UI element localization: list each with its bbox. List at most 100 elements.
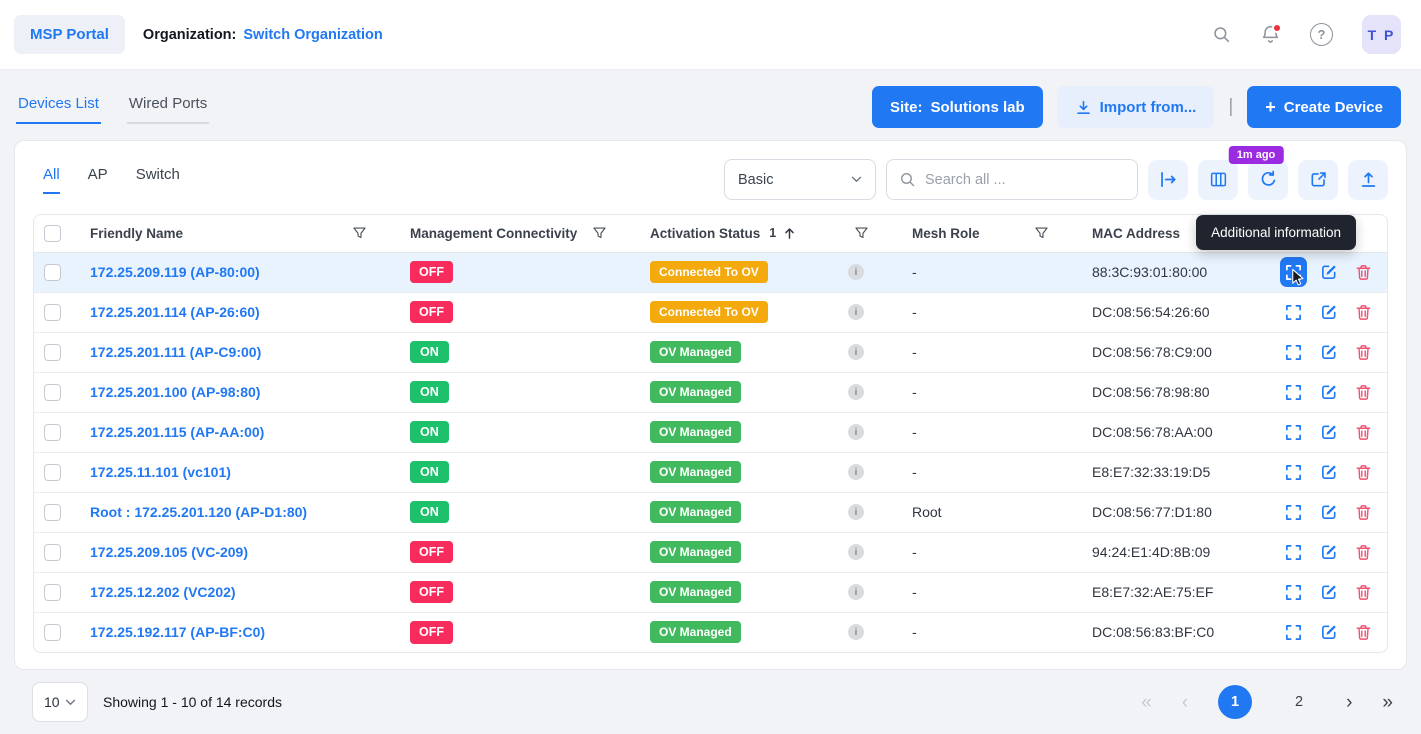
table-row[interactable]: 172.25.209.119 (AP-80:00)OFFConnected To… <box>34 252 1387 292</box>
next-page-button[interactable]: › <box>1346 693 1352 712</box>
page-button-2[interactable]: 2 <box>1282 685 1316 719</box>
delete-button[interactable] <box>1350 417 1377 447</box>
device-name-link[interactable]: 172.25.209.119 (AP-80:00) <box>90 264 260 280</box>
filter-icon[interactable] <box>353 227 366 239</box>
delete-button[interactable] <box>1350 497 1377 527</box>
additional-info-button[interactable] <box>1280 337 1307 367</box>
row-checkbox[interactable] <box>44 464 61 481</box>
additional-info-button[interactable] <box>1280 577 1307 607</box>
delete-button[interactable] <box>1350 257 1377 287</box>
filter-icon[interactable] <box>1035 227 1048 239</box>
table-row[interactable]: Root : 172.25.201.120 (AP-D1:80)ONOV Man… <box>34 492 1387 532</box>
delete-button[interactable] <box>1350 337 1377 367</box>
device-name-link[interactable]: 172.25.201.100 (AP-98:80) <box>90 384 260 400</box>
edit-button[interactable] <box>1315 297 1342 327</box>
info-icon[interactable]: i <box>848 584 864 600</box>
page-button-1[interactable]: 1 <box>1218 685 1252 719</box>
filter-icon[interactable] <box>593 227 606 239</box>
delete-button[interactable] <box>1350 297 1377 327</box>
table-row[interactable]: 172.25.201.115 (AP-AA:00)ONOV Managedi-D… <box>34 412 1387 452</box>
additional-info-button[interactable] <box>1280 417 1307 447</box>
search-input[interactable] <box>925 172 1125 188</box>
additional-info-button[interactable] <box>1280 377 1307 407</box>
device-name-link[interactable]: 172.25.12.202 (VC202) <box>90 584 236 600</box>
additional-info-button[interactable] <box>1280 497 1307 527</box>
info-icon[interactable]: i <box>848 544 864 560</box>
device-name-link[interactable]: Root : 172.25.201.120 (AP-D1:80) <box>90 504 307 520</box>
delete-button[interactable] <box>1350 617 1377 647</box>
tab-wired-ports[interactable]: Wired Ports <box>127 91 209 124</box>
table-row[interactable]: 172.25.209.105 (VC-209)OFFOV Managedi-94… <box>34 532 1387 572</box>
previous-page-button[interactable]: ‹ <box>1182 693 1188 712</box>
row-checkbox[interactable] <box>44 504 61 521</box>
row-checkbox[interactable] <box>44 344 61 361</box>
info-icon[interactable]: i <box>848 384 864 400</box>
open-new-window-button[interactable] <box>1298 160 1338 200</box>
select-all-checkbox[interactable] <box>44 225 61 242</box>
device-name-link[interactable]: 172.25.201.111 (AP-C9:00) <box>90 344 261 360</box>
row-checkbox[interactable] <box>44 384 61 401</box>
alarms-icon[interactable] <box>1260 24 1281 45</box>
page-size-select[interactable]: 10 <box>32 682 88 722</box>
table-row[interactable]: 172.25.201.114 (AP-26:60)OFFConnected To… <box>34 292 1387 332</box>
row-checkbox[interactable] <box>44 624 61 641</box>
row-checkbox[interactable] <box>44 264 61 281</box>
info-icon[interactable]: i <box>848 504 864 520</box>
delete-button[interactable] <box>1350 377 1377 407</box>
table-row[interactable]: 172.25.12.202 (VC202)OFFOV Managedi-E8:E… <box>34 572 1387 612</box>
additional-info-button[interactable] <box>1280 297 1307 327</box>
export-button[interactable] <box>1348 160 1388 200</box>
edit-button[interactable] <box>1315 617 1342 647</box>
edit-button[interactable] <box>1315 337 1342 367</box>
table-row[interactable]: 172.25.201.111 (AP-C9:00)ONOV Managedi-D… <box>34 332 1387 372</box>
last-page-button[interactable]: » <box>1382 693 1393 712</box>
delete-button[interactable] <box>1350 457 1377 487</box>
first-page-button[interactable]: « <box>1141 693 1152 712</box>
organization-link[interactable]: Switch Organization <box>243 27 382 43</box>
view-mode-select[interactable]: Basic <box>724 159 876 200</box>
table-columns-button[interactable] <box>1198 160 1238 200</box>
info-icon[interactable]: i <box>848 304 864 320</box>
tab-devices-list[interactable]: Devices List <box>16 91 101 124</box>
delete-button[interactable] <box>1350 577 1377 607</box>
device-name-link[interactable]: 172.25.201.115 (AP-AA:00) <box>90 424 264 440</box>
info-icon[interactable]: i <box>848 344 864 360</box>
additional-info-button[interactable] <box>1280 617 1307 647</box>
device-name-link[interactable]: 172.25.209.105 (VC-209) <box>90 544 248 560</box>
tab-all[interactable]: All <box>43 166 60 194</box>
help-icon[interactable]: ? <box>1310 23 1333 46</box>
additional-info-button[interactable] <box>1280 537 1307 567</box>
edit-button[interactable] <box>1315 537 1342 567</box>
row-checkbox[interactable] <box>44 584 61 601</box>
table-row[interactable]: 172.25.192.117 (AP-BF:C0)OFFOV Managedi-… <box>34 612 1387 652</box>
user-avatar[interactable]: T P <box>1362 15 1401 54</box>
additional-info-button[interactable] <box>1280 257 1307 287</box>
refresh-button[interactable] <box>1248 160 1288 200</box>
info-icon[interactable]: i <box>848 264 864 280</box>
delete-button[interactable] <box>1350 537 1377 567</box>
row-checkbox[interactable] <box>44 424 61 441</box>
edit-button[interactable] <box>1315 497 1342 527</box>
edit-button[interactable] <box>1315 417 1342 447</box>
device-name-link[interactable]: 172.25.11.101 (vc101) <box>90 464 231 480</box>
search-icon[interactable] <box>1212 25 1231 44</box>
sort-ascending-icon[interactable] <box>783 227 796 240</box>
filter-icon[interactable] <box>855 227 868 239</box>
row-checkbox[interactable] <box>44 544 61 561</box>
edit-button[interactable] <box>1315 457 1342 487</box>
edit-button[interactable] <box>1315 577 1342 607</box>
table-row[interactable]: 172.25.201.100 (AP-98:80)ONOV Managedi-D… <box>34 372 1387 412</box>
import-from-button[interactable]: Import from... <box>1057 86 1215 128</box>
info-icon[interactable]: i <box>848 464 864 480</box>
device-name-link[interactable]: 172.25.192.117 (AP-BF:C0) <box>90 624 265 640</box>
device-name-link[interactable]: 172.25.201.114 (AP-26:60) <box>90 304 260 320</box>
edit-button[interactable] <box>1315 257 1342 287</box>
fit-columns-button[interactable] <box>1148 160 1188 200</box>
additional-info-button[interactable] <box>1280 457 1307 487</box>
info-icon[interactable]: i <box>848 624 864 640</box>
row-checkbox[interactable] <box>44 304 61 321</box>
tab-ap[interactable]: AP <box>88 166 108 194</box>
brand-msp-portal[interactable]: MSP Portal <box>14 15 125 54</box>
info-icon[interactable]: i <box>848 424 864 440</box>
tab-switch[interactable]: Switch <box>136 166 180 194</box>
